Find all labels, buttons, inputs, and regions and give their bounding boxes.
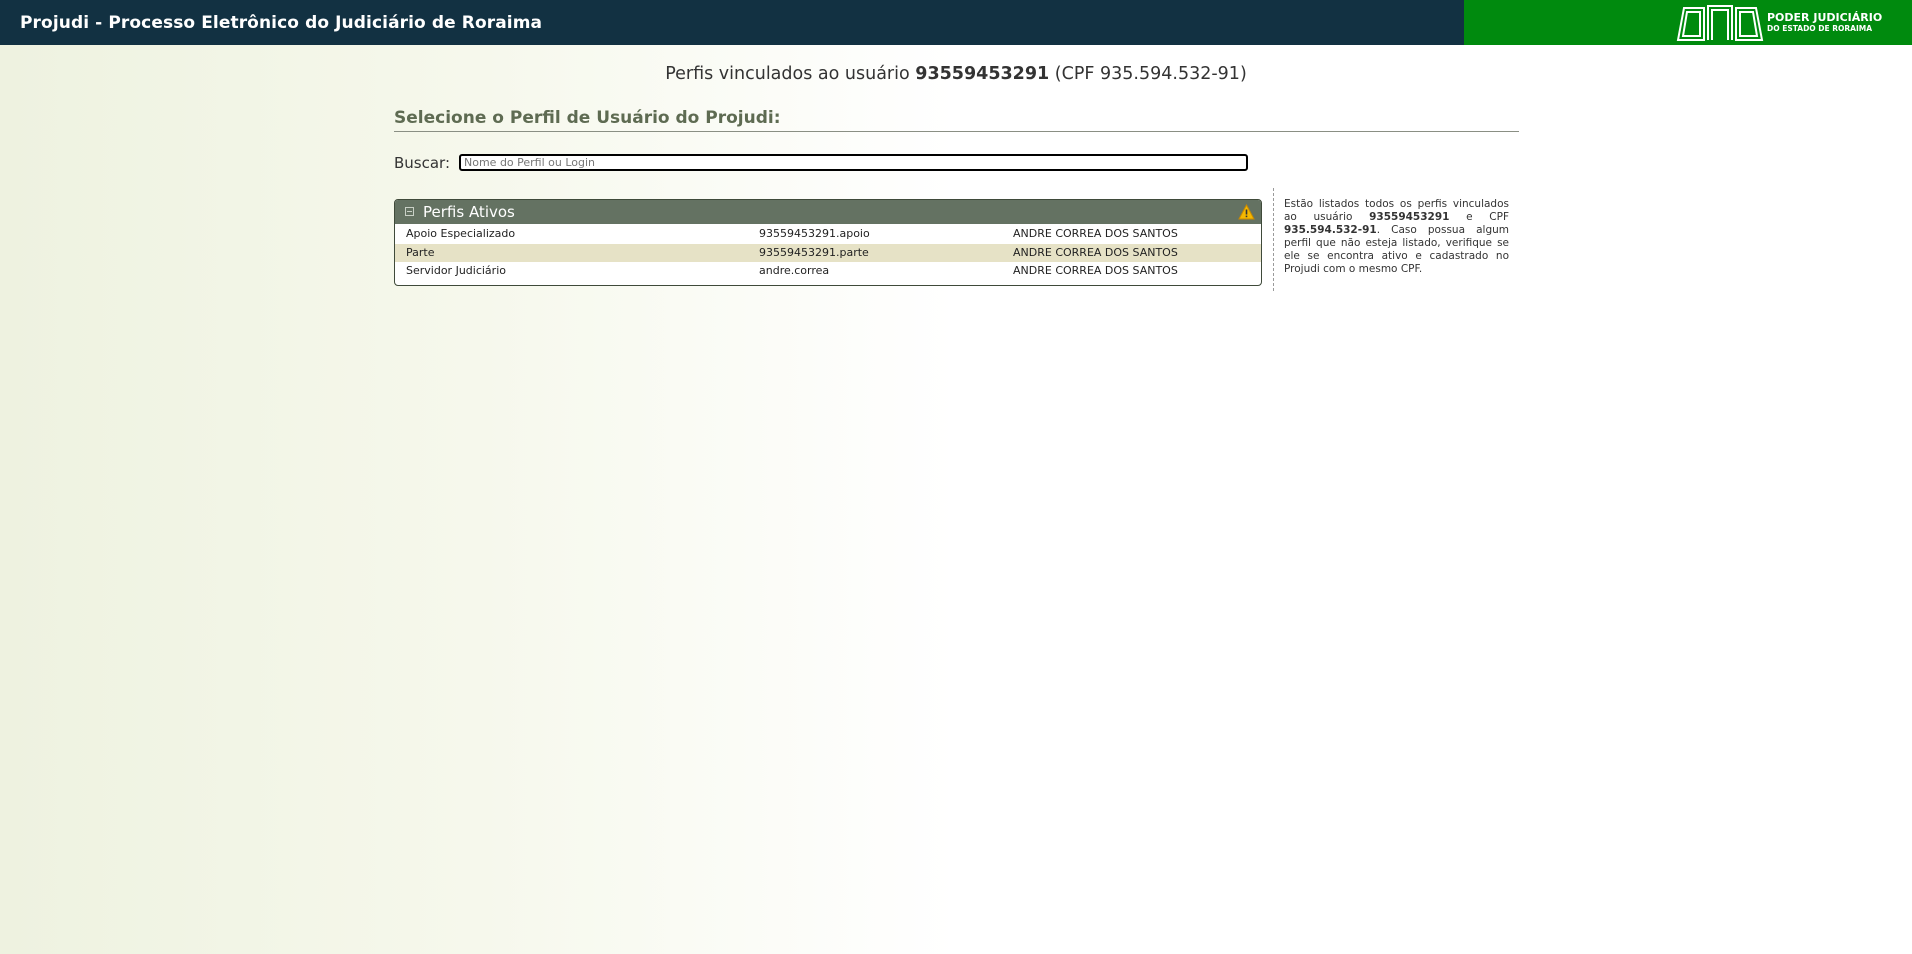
heading-cpf: (CPF 935.594.532-91) bbox=[1054, 64, 1247, 84]
search-label: Buscar: bbox=[394, 154, 451, 172]
row-perfil: Apoio Especializado bbox=[406, 227, 516, 240]
search-input[interactable] bbox=[459, 154, 1248, 171]
row-nome: ANDRE CORREA DOS SANTOS bbox=[1013, 264, 1178, 277]
brand-block: PODER JUDICIÁRIO DO ESTADO DE RORAIMA bbox=[1464, 0, 1912, 45]
panel-header[interactable]: Perfis Ativos bbox=[395, 200, 1261, 224]
heading-prefix: Perfis vinculados ao usuário bbox=[665, 64, 910, 84]
app-title: Projudi - Processo Eletrônico do Judiciá… bbox=[20, 13, 543, 33]
profiles-panel: Perfis Ativos Apoio Especializado 935594… bbox=[394, 199, 1262, 286]
note-user: 93559453291 bbox=[1369, 211, 1450, 223]
section-title: Selecione o Perfil de Usuário do Projudi… bbox=[394, 108, 781, 128]
note-cpf: 935.594.532-91 bbox=[1284, 224, 1377, 236]
warning-icon[interactable] bbox=[1238, 204, 1255, 220]
brand-line-1: PODER JUDICIÁRIO bbox=[1767, 11, 1883, 24]
row-perfil: Servidor Judiciário bbox=[406, 264, 506, 277]
panel-title: Perfis Ativos bbox=[423, 203, 515, 221]
row-login: 93559453291.parte bbox=[759, 246, 869, 259]
note-text-2: e CPF bbox=[1466, 211, 1509, 223]
row-perfil: Parte bbox=[406, 246, 435, 259]
row-nome: ANDRE CORREA DOS SANTOS bbox=[1013, 227, 1178, 240]
top-bar: Projudi - Processo Eletrônico do Judiciá… bbox=[0, 0, 1912, 45]
tjrr-logo-icon bbox=[1676, 5, 1764, 41]
info-note: Estão listados todos os perfis vinculado… bbox=[1273, 188, 1509, 291]
page-heading: Perfis vinculados ao usuário 93559453291… bbox=[0, 64, 1912, 84]
row-login: 93559453291.apoio bbox=[759, 227, 870, 240]
row-login: andre.correa bbox=[759, 264, 830, 277]
heading-user: 93559453291 bbox=[915, 64, 1050, 84]
collapse-icon[interactable] bbox=[405, 207, 414, 216]
table-row[interactable]: Servidor Judiciário andre.correa ANDRE C… bbox=[395, 262, 1261, 280]
brand-line-2: DO ESTADO DE RORAIMA bbox=[1767, 24, 1873, 33]
row-nome: ANDRE CORREA DOS SANTOS bbox=[1013, 246, 1178, 259]
table-row[interactable]: Parte 93559453291.parte ANDRE CORREA DOS… bbox=[395, 244, 1261, 262]
brand-text: PODER JUDICIÁRIO DO ESTADO DE RORAIMA bbox=[1767, 11, 1883, 34]
divider bbox=[394, 131, 1519, 132]
table-row[interactable]: Apoio Especializado 93559453291.apoio AN… bbox=[395, 225, 1261, 243]
